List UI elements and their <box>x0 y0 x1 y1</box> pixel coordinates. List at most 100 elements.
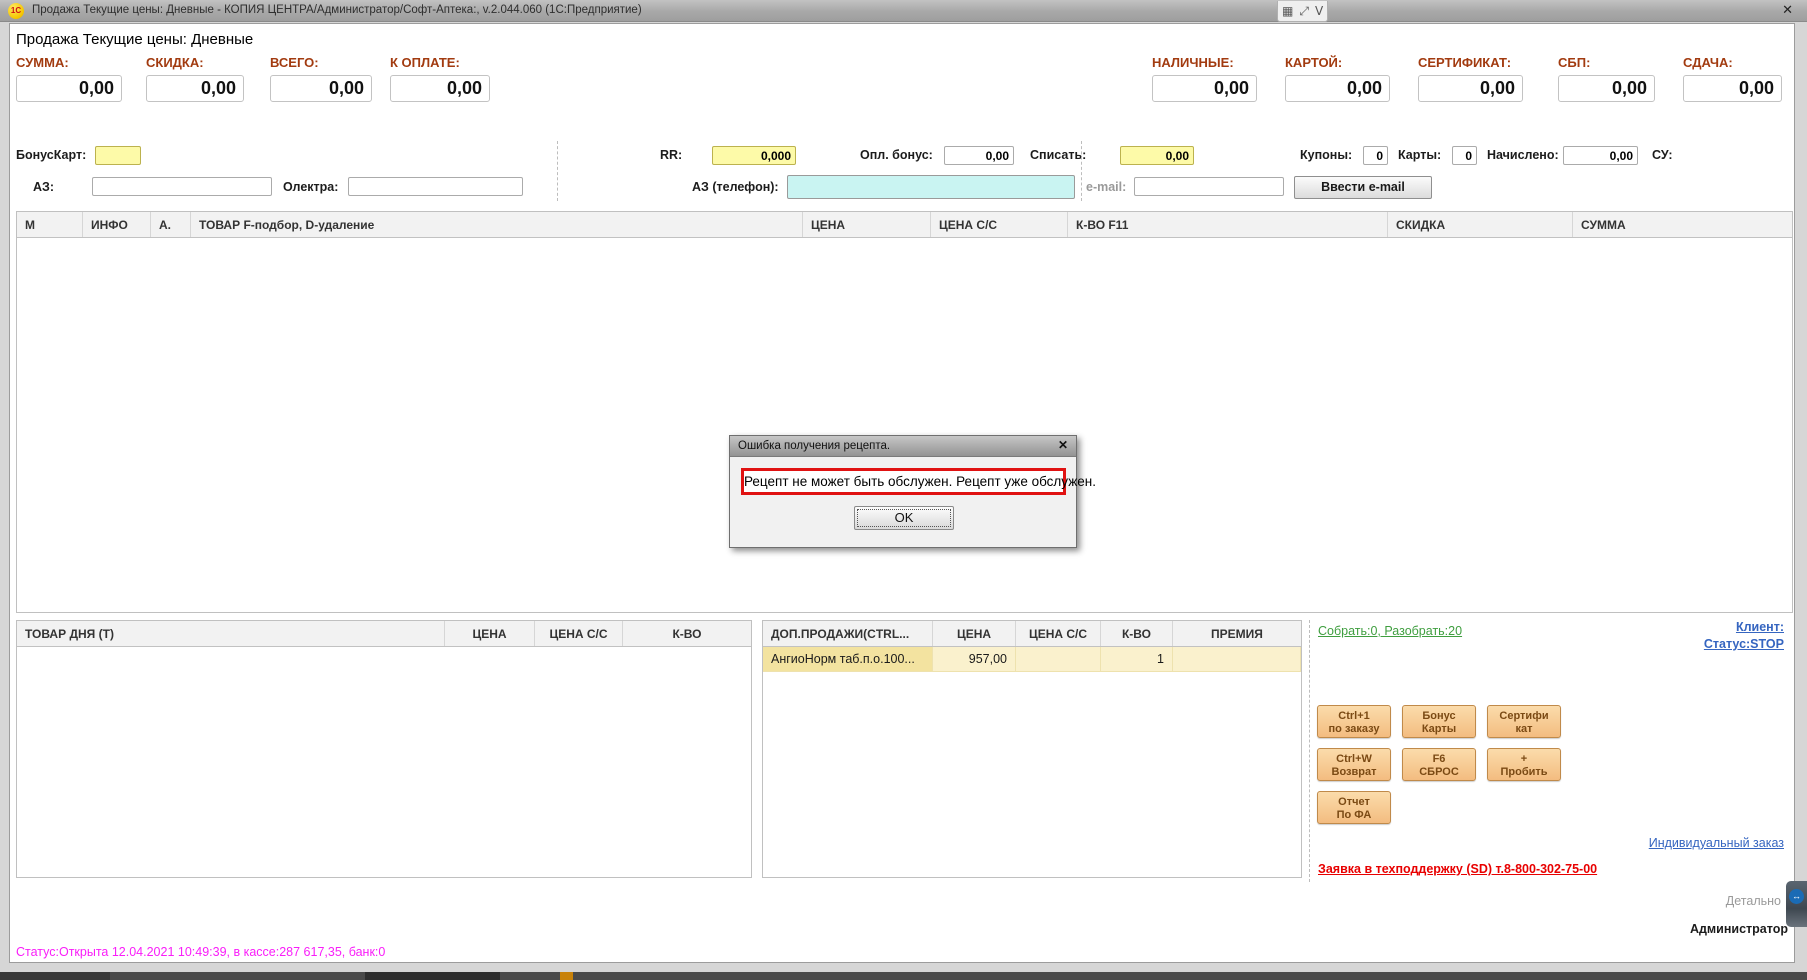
client-link[interactable]: Клиент: <box>1736 620 1784 634</box>
total-nalichnye: НАЛИЧНЫЕ: 0,00 <box>1152 55 1257 102</box>
column-header-kvo: К-ВО <box>623 621 751 646</box>
panel-separator <box>1309 620 1310 882</box>
column-header-cena-cc: ЦЕНА С/С <box>931 212 1068 237</box>
1c-app-icon: 1С <box>8 3 24 19</box>
assemble-disassemble-link[interactable]: Собрать:0, Разобрать:20 <box>1318 624 1462 638</box>
dialog-ok-button[interactable]: OK <box>854 506 954 530</box>
column-header-kvo: К-ВО <box>1101 621 1173 646</box>
column-header-premiya: ПРЕМИЯ <box>1173 621 1301 646</box>
button-line: По ФА <box>1318 809 1390 822</box>
total-value-field[interactable]: 0,00 <box>16 75 122 102</box>
accrued-label: Начислено: <box>1487 148 1559 162</box>
total-value-field[interactable]: 0,00 <box>1285 75 1390 102</box>
button-line: Сертифи <box>1488 710 1560 723</box>
coupons-input[interactable] <box>1363 146 1388 165</box>
grid-icon[interactable]: ▦ <box>1282 4 1293 18</box>
title-bar: 1С Продажа Текущие цены: Дневные - КОПИЯ… <box>0 0 1807 22</box>
upsell-table-row[interactable]: АнгиоНорм таб.п.о.100... 957,00 1 <box>763 647 1301 672</box>
product-day-header-row: ТОВАР ДНЯ (Т) ЦЕНА ЦЕНА С/С К-ВО <box>17 621 751 647</box>
double-arrow-icon: ↔ <box>1789 889 1804 904</box>
upsell-price-cc <box>1016 647 1101 672</box>
upsell-product-name[interactable]: АнгиоНорм таб.п.о.100... <box>763 647 933 672</box>
rr-label: RR: <box>660 148 682 162</box>
column-header-cena-cc: ЦЕНА С/С <box>1016 621 1101 646</box>
ctrlw-vozvrat-button[interactable]: Ctrl+W Возврат <box>1317 748 1391 781</box>
sertifikat-button[interactable]: Сертифи кат <box>1487 705 1561 738</box>
sale-items-table: М ИНФО А. ТОВАР F-подбор, D-удаление ЦЕН… <box>16 211 1793 613</box>
total-label: ВСЕГО: <box>270 55 372 70</box>
column-header-cena: ЦЕНА <box>933 621 1016 646</box>
bonus-card-input[interactable] <box>95 146 141 165</box>
column-header-cena-cc: ЦЕНА С/С <box>535 621 623 646</box>
olektra-input[interactable] <box>348 177 523 196</box>
column-header-kvo: К-ВО F11 <box>1068 212 1388 237</box>
paid-bonus-input[interactable] <box>944 146 1014 165</box>
total-value-field[interactable]: 0,00 <box>1558 75 1655 102</box>
button-line: + <box>1488 753 1560 766</box>
total-value-field[interactable]: 0,00 <box>1418 75 1523 102</box>
az-phone-label: АЗ (телефон): <box>692 180 779 194</box>
total-value-field[interactable]: 0,00 <box>270 75 372 102</box>
expand-icon[interactable]: ⤢ <box>1299 4 1309 19</box>
pos-application-window: 1С Продажа Текущие цены: Дневные - КОПИЯ… <box>0 0 1807 980</box>
column-header-a: А. <box>151 212 191 237</box>
cards-label: Карты: <box>1398 148 1441 162</box>
column-header-tovar: ТОВАР F-подбор, D-удаление <box>191 212 803 237</box>
button-line: Ctrl+W <box>1318 753 1390 766</box>
button-line: СБРОС <box>1403 766 1475 779</box>
accrued-input[interactable] <box>1563 146 1638 165</box>
writeoff-input[interactable] <box>1120 146 1194 165</box>
bonus-karty-button[interactable]: Бонус Карты <box>1402 705 1476 738</box>
total-sbp: СБП: 0,00 <box>1558 55 1655 102</box>
rr-input[interactable] <box>712 146 796 165</box>
total-label: СУММА: <box>16 55 122 70</box>
coupons-label: Купоны: <box>1300 148 1352 162</box>
form-separator <box>557 141 558 201</box>
upsell-header-row: ДОП.ПРОДАЖИ(CTRL... ЦЕНА ЦЕНА С/С К-ВО П… <box>763 621 1301 647</box>
column-header-tovar-dnya: ТОВАР ДНЯ (Т) <box>17 621 445 646</box>
cards-count-input[interactable] <box>1452 146 1477 165</box>
page-title: Продажа Текущие цены: Дневные <box>16 31 253 48</box>
upsell-premium <box>1173 647 1301 672</box>
total-value-field[interactable]: 0,00 <box>390 75 490 102</box>
dialog-close-icon[interactable]: ✕ <box>1058 438 1068 452</box>
taskbar-segment <box>560 972 573 980</box>
current-user-label: Администратор <box>1690 922 1788 936</box>
total-value-field[interactable]: 0,00 <box>146 75 244 102</box>
taskbar-segment <box>365 972 500 980</box>
total-value-field[interactable]: 0,00 <box>1152 75 1257 102</box>
writeoff-label: Списать: <box>1030 148 1086 162</box>
button-line: Бонус <box>1403 710 1475 723</box>
titlebar-toolbar: ▦ ⤢ ᐯ <box>1277 1 1328 22</box>
az-phone-input[interactable] <box>787 175 1075 199</box>
column-header-summa: СУММА <box>1573 212 1792 237</box>
button-line: кат <box>1488 723 1560 736</box>
total-label: СДАЧА: <box>1683 55 1782 70</box>
support-request-link[interactable]: Заявка в техподдержку (SD) т.8-800-302-7… <box>1318 862 1597 876</box>
window-close-button[interactable]: ✕ <box>1782 2 1793 18</box>
client-status-link[interactable]: Статус:STOP <box>1704 637 1784 651</box>
error-dialog: Ошибка получения рецепта. ✕ Рецепт не мо… <box>729 435 1077 548</box>
chevron-down-icon[interactable]: ᐯ <box>1315 4 1323 18</box>
az-input[interactable] <box>92 177 272 196</box>
upsell-qty: 1 <box>1101 647 1173 672</box>
column-header-cena: ЦЕНА <box>803 212 931 237</box>
upsell-price: 957,00 <box>933 647 1016 672</box>
az-label: АЗ: <box>33 180 54 194</box>
total-label: НАЛИЧНЫЕ: <box>1152 55 1257 70</box>
probit-button[interactable]: + Пробить <box>1487 748 1561 781</box>
individual-order-link[interactable]: Индивидуальный заказ <box>1649 836 1784 850</box>
column-header-skidka: СКИДКА <box>1388 212 1573 237</box>
email-input[interactable] <box>1134 177 1284 196</box>
total-sertifikat: СЕРТИФИКАТ: 0,00 <box>1418 55 1523 102</box>
f6-sbros-button[interactable]: F6 СБРОС <box>1402 748 1476 781</box>
remote-support-widget[interactable]: ↔ <box>1786 881 1807 927</box>
detail-label[interactable]: Детально <box>1726 894 1781 908</box>
total-value-field[interactable]: 0,00 <box>1683 75 1782 102</box>
olektra-label: Олектра: <box>283 180 338 194</box>
otchet-po-fa-button[interactable]: Отчет По ФА <box>1317 791 1391 824</box>
os-taskbar[interactable] <box>0 972 1807 980</box>
enter-email-button[interactable]: Ввести e-mail <box>1294 176 1432 199</box>
column-header-dop-prodazhi: ДОП.ПРОДАЖИ(CTRL... <box>763 621 933 646</box>
ctrl1-po-zakazu-button[interactable]: Ctrl+1 по заказу <box>1317 705 1391 738</box>
